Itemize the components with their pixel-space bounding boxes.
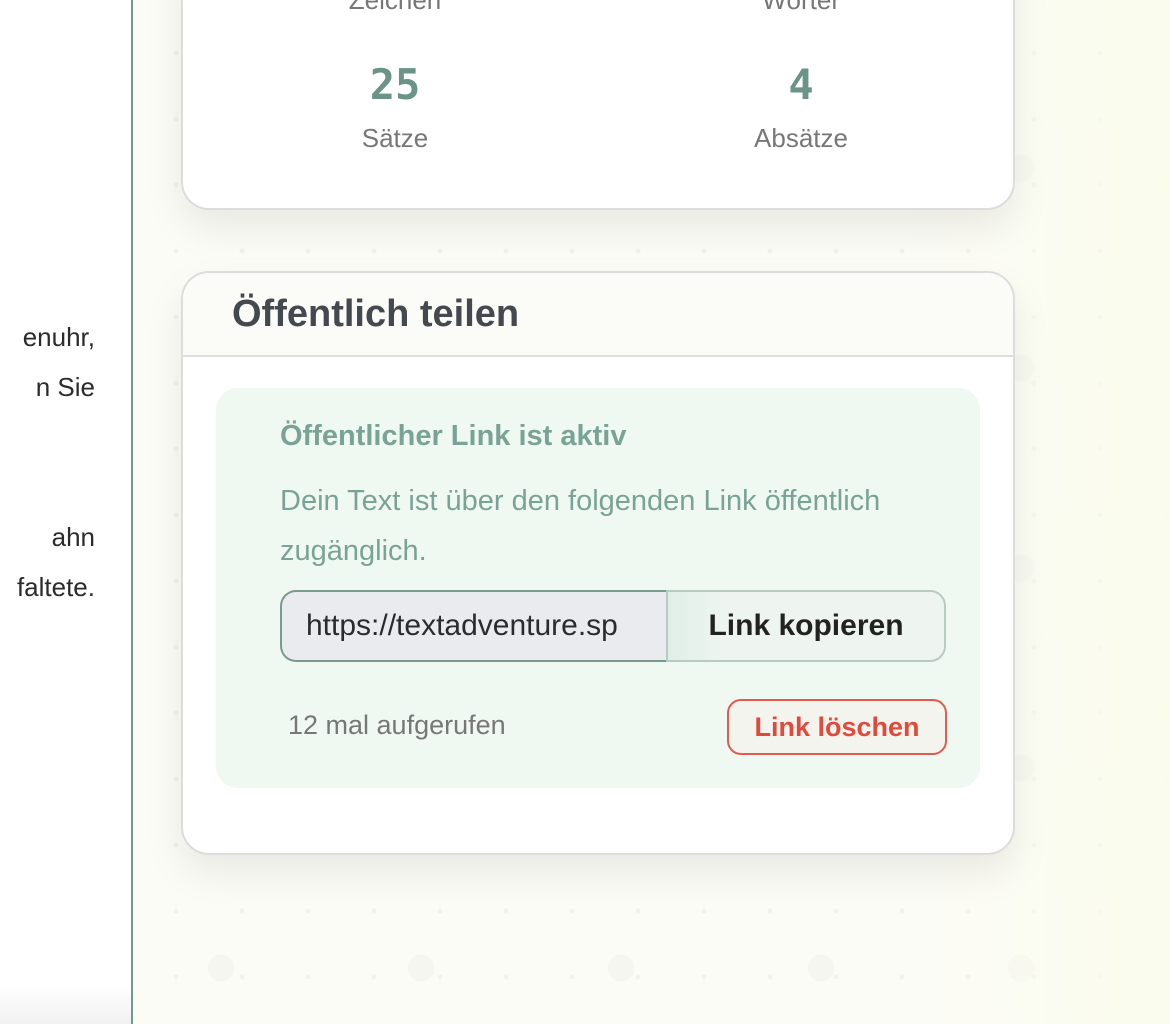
view-count: 12 mal aufgerufen (288, 710, 506, 740)
share-card-title: Öffentlich teilen (232, 293, 520, 335)
copy-link-button[interactable]: Link kopieren (666, 590, 946, 662)
stat-paragraphs: 4 Absätze (651, 60, 951, 154)
stat-words-label: Wörter (762, 0, 840, 15)
public-link-active-title: Öffentlicher Link ist aktiv (280, 420, 627, 452)
editor-text-line: ahn (51, 522, 95, 552)
public-link-input[interactable] (280, 590, 666, 662)
stat-paragraphs-label: Absätze (754, 123, 848, 153)
stat-paragraphs-value: 4 (788, 60, 814, 109)
editor-text-line: enuhr, (22, 322, 95, 352)
editor-text-line: faltete. (16, 572, 95, 602)
stat-words: Wörter (651, 0, 951, 16)
editor-panel[interactable]: enuhr, n Sie ahn faltete. (0, 0, 133, 1024)
delete-link-button[interactable]: Link löschen (727, 699, 947, 755)
share-card-header: Öffentlich teilen (183, 273, 1013, 357)
stat-sentences-label: Sätze (361, 123, 429, 153)
text-stats-card: Zeichen Wörter 25 Sätze 4 Absätze (181, 0, 1015, 210)
stat-sentences: 25 Sätze (245, 60, 545, 154)
stat-sentences-value: 25 (369, 60, 421, 109)
public-link-description: Dein Text ist über den folgenden Link öf… (280, 485, 881, 567)
public-link-row: Link kopieren (280, 590, 946, 662)
public-share-card: Öffentlich teilen Öffentlicher Link ist … (181, 271, 1015, 855)
editor-text-line: n Sie (35, 372, 95, 402)
editor-bottom-shade (0, 984, 131, 1024)
stat-characters-label: Zeichen (348, 0, 442, 15)
stat-characters: Zeichen (245, 0, 545, 16)
public-link-active-box: Öffentlicher Link ist aktiv Dein Text is… (216, 388, 980, 788)
